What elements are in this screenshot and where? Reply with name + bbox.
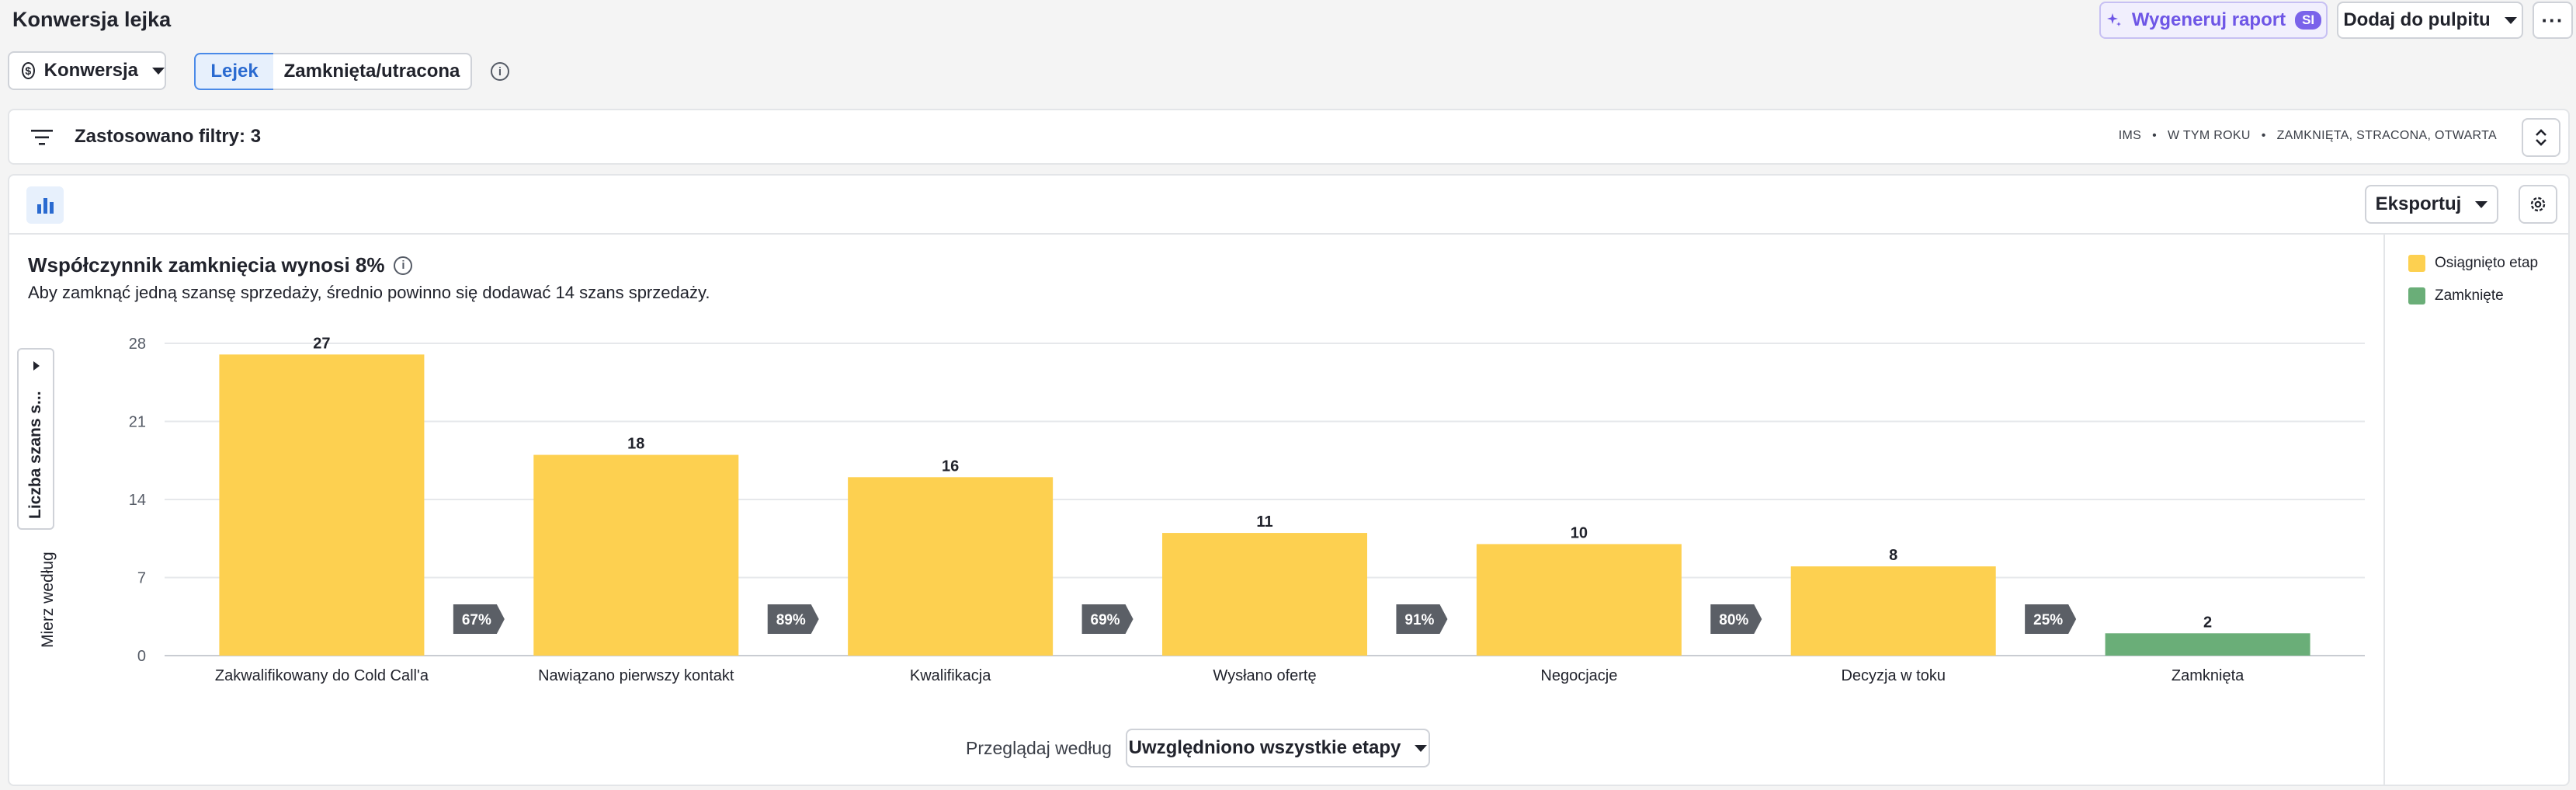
y-tick-label: 28 bbox=[129, 336, 146, 353]
bar bbox=[848, 477, 1054, 656]
y-tick-label: 0 bbox=[137, 648, 146, 665]
more-options-button[interactable]: ··· bbox=[2533, 2, 2573, 39]
metric-dropdown[interactable]: $ Konwersja bbox=[8, 51, 166, 90]
chevron-down-icon bbox=[2504, 16, 2517, 24]
funnel-bar-chart: 07142128 27Zakwalifikowany do Cold Call'a… bbox=[129, 335, 2365, 684]
filter-separator: • bbox=[2152, 129, 2157, 142]
filter-tag: ZAMKNIĘTA, STRACONA, OTWARTA bbox=[2276, 129, 2497, 142]
x-category-label: Zakwalifikowany do Cold Call'a bbox=[215, 667, 429, 684]
bar bbox=[1790, 566, 1996, 656]
filter-separator: • bbox=[2261, 129, 2266, 142]
chevron-down-icon bbox=[2475, 200, 2488, 208]
y-tick-label: 21 bbox=[129, 414, 146, 431]
bar-value-label: 8 bbox=[1889, 547, 1897, 564]
legend-label: Osiągnięto etap bbox=[2435, 255, 2539, 271]
legend-label: Zamknięte bbox=[2435, 287, 2504, 304]
bar bbox=[533, 454, 739, 656]
bar-value-label: 16 bbox=[942, 458, 959, 475]
x-category-label: Kwalifikacja bbox=[910, 667, 991, 684]
metric-label: Konwersja bbox=[43, 60, 138, 81]
conversion-rate-label: 67% bbox=[462, 612, 491, 628]
legend-swatch bbox=[2408, 255, 2425, 272]
filter-tag: IMS bbox=[2118, 129, 2142, 142]
y-tick-label: 14 bbox=[129, 492, 146, 509]
browse-by-label: Przeglądaj według bbox=[966, 738, 1112, 758]
conversion-rate-label: 69% bbox=[1091, 612, 1120, 628]
bar-value-label: 27 bbox=[313, 335, 330, 352]
legend-item-reached: Osiągnięto etap bbox=[2408, 255, 2538, 272]
x-category-label: Zamknięta bbox=[2172, 667, 2244, 684]
chevron-down-icon bbox=[152, 67, 165, 75]
x-category-label: Negocjacje bbox=[1540, 667, 1617, 684]
chevron-down-icon bbox=[1415, 744, 1428, 752]
export-button[interactable]: Eksportuj bbox=[2365, 185, 2498, 224]
filter-icon[interactable] bbox=[30, 127, 54, 148]
filters-applied-label: Zastosowano filtry: 3 bbox=[75, 126, 262, 147]
x-category-label: Wysłano ofertę bbox=[1213, 667, 1316, 684]
chart-legend: Osiągnięto etap Zamknięte bbox=[2383, 235, 2570, 786]
y-tick-label: 7 bbox=[137, 570, 146, 587]
browse-by-dropdown[interactable]: Uwzględniono wszystkie etapy bbox=[1126, 729, 1430, 767]
tab-closed-lost[interactable]: Zamknięta/utracona bbox=[273, 53, 472, 90]
page-title: Konwersja lejka bbox=[12, 8, 172, 31]
generate-report-button[interactable]: Wygeneruj raport SI bbox=[2099, 2, 2328, 39]
add-to-dashboard-label: Dodaj do pulpitu bbox=[2343, 9, 2491, 30]
legend-item-closed: Zamknięte bbox=[2408, 287, 2504, 305]
filter-tag: W TYM ROKU bbox=[2168, 129, 2251, 142]
gear-icon bbox=[2530, 197, 2546, 212]
ai-badge: SI bbox=[2295, 11, 2322, 30]
bar bbox=[1162, 533, 1367, 656]
bar-value-label: 18 bbox=[627, 436, 644, 453]
conversion-rate-label: 91% bbox=[1404, 612, 1434, 628]
bar bbox=[1476, 544, 1682, 656]
bar-value-label: 10 bbox=[1571, 524, 1588, 541]
add-to-dashboard-button[interactable]: Dodaj do pulpitu bbox=[2337, 2, 2523, 39]
chart-card: Eksportuj Współczynnik zamknięcia wynosi… bbox=[8, 174, 2570, 786]
conversion-rate-label: 25% bbox=[2033, 612, 2063, 628]
bar bbox=[2105, 633, 2310, 656]
bar-value-label: 11 bbox=[1256, 513, 1272, 531]
bar bbox=[219, 354, 425, 656]
conversion-rate-label: 80% bbox=[1719, 612, 1748, 628]
browse-by-value: Uwzględniono wszystkie etapy bbox=[1128, 737, 1401, 758]
more-icon: ··· bbox=[2541, 8, 2564, 32]
filter-tags: IMS • W TYM ROKU • ZAMKNIĘTA, STRACONA, … bbox=[2119, 129, 2497, 143]
x-category-label: Nawiązano pierwszy kontakt bbox=[538, 667, 734, 684]
export-label: Eksportuj bbox=[2375, 193, 2462, 214]
filter-bar: Zastosowano filtry: 3 IMS • W TYM ROKU •… bbox=[8, 109, 2570, 165]
x-category-label: Decyzja w toku bbox=[1841, 667, 1946, 684]
tab-funnel[interactable]: Lejek bbox=[194, 53, 275, 90]
expand-collapse-icon bbox=[2536, 129, 2546, 146]
chart-settings-button[interactable] bbox=[2519, 185, 2557, 224]
info-icon[interactable]: i bbox=[491, 62, 509, 81]
expand-filters-button[interactable] bbox=[2522, 118, 2560, 157]
bar-value-label: 2 bbox=[2203, 614, 2212, 631]
legend-swatch bbox=[2408, 287, 2425, 305]
generate-report-label: Wygeneruj raport bbox=[2131, 9, 2286, 30]
sparkle-icon bbox=[2106, 13, 2121, 26]
conversion-rate-label: 89% bbox=[776, 612, 806, 628]
dollar-circle-icon: $ bbox=[22, 62, 35, 79]
